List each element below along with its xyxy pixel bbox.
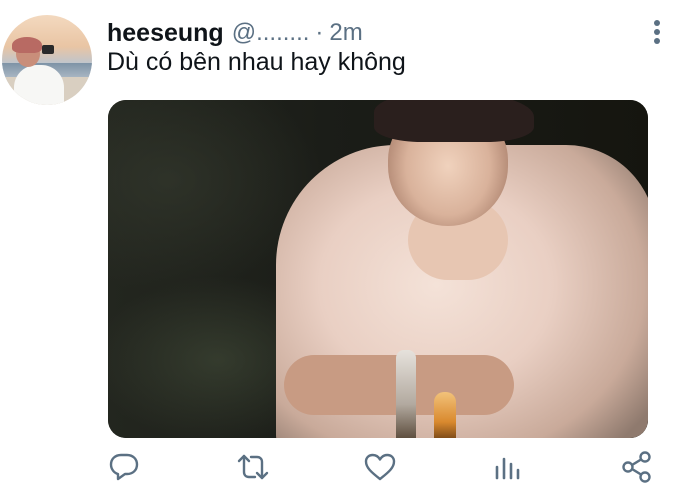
share-icon[interactable] [620, 450, 654, 484]
display-name[interactable]: heeseung [107, 19, 224, 48]
more-dot [654, 38, 660, 44]
avatar-camera [42, 45, 54, 54]
avatar[interactable] [2, 15, 92, 105]
more-vertical-icon[interactable] [646, 18, 668, 46]
tweet[interactable]: heeseung @........ · 2m Dù có bên nhau h… [0, 0, 697, 494]
user-handle[interactable]: @........ [232, 19, 310, 47]
tweet-timestamp[interactable]: 2m [329, 19, 362, 47]
heart-icon[interactable] [363, 450, 397, 484]
tweet-media-image[interactable] [108, 100, 648, 438]
avatar-person-hat [12, 37, 42, 53]
media-candle-flame [434, 392, 456, 438]
more-dot [654, 29, 660, 35]
tweet-text: Dù có bên nhau hay không [107, 48, 406, 76]
analytics-icon[interactable] [492, 450, 526, 484]
avatar-person-body [14, 65, 64, 105]
media-hair [374, 100, 534, 142]
tweet-actions-bar [0, 450, 697, 486]
media-candle [396, 350, 416, 438]
tweet-header: heeseung @........ · 2m [107, 16, 363, 50]
header-separator: · [315, 19, 324, 46]
reply-icon[interactable] [107, 450, 141, 484]
retweet-icon[interactable] [236, 450, 270, 484]
more-dot [654, 20, 660, 26]
